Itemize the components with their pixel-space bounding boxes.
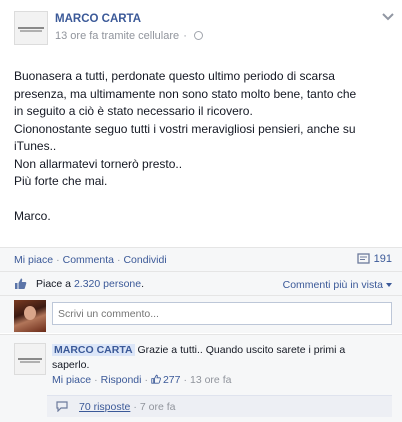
sort-label: Commenti più in vista (282, 279, 383, 291)
view-replies-row[interactable]: 70 risposte · 7 ore fa (47, 395, 392, 417)
post-header: MARCO CARTA 13 ore fa tramite cellulare … (0, 0, 402, 56)
comment-link[interactable]: Commenta (63, 254, 114, 266)
like-link[interactable]: Mi piace (14, 254, 53, 266)
post-time[interactable]: 13 ore fa (55, 30, 98, 42)
comment-like-count-value: 277 (162, 374, 181, 386)
current-user-avatar (14, 300, 46, 332)
comment-content: MARCO CARTA Grazie a tutti.. Quando usci… (52, 343, 372, 373)
comment-input[interactable] (52, 302, 392, 325)
likes-summary: Piace a 2.320 persone. Commenti più in v… (0, 271, 402, 295)
comment-like-link[interactable]: Mi piace (52, 374, 91, 386)
thumbs-up-icon (151, 374, 161, 384)
post-via: tramite cellulare (101, 30, 180, 42)
comment-like-count[interactable]: 277 (151, 374, 181, 386)
share-count[interactable]: 191 (356, 253, 392, 265)
comment-item: MARCO CARTA Grazie a tutti.. Quando usci… (0, 334, 402, 422)
replies-time: 7 ore fa (139, 401, 176, 413)
globe-icon (193, 31, 203, 40)
likes-suffix: . (141, 278, 145, 290)
comment-meta: Mi piace · Rispondi · 277 · 13 ore fa (52, 374, 232, 386)
likes-text: Piace a 2.320 persone. (36, 278, 144, 290)
post-text: Buonasera a tutti, perdonate questo ulti… (14, 69, 357, 223)
post-actions-bar: Mi piace · Commenta · Condividi 191 (0, 247, 402, 271)
comment-reply-link[interactable]: Rispondi (101, 374, 142, 386)
comments-sort-dropdown[interactable]: Commenti più in vista (283, 279, 392, 291)
thumbs-up-icon (15, 278, 27, 289)
comment-time[interactable]: 13 ore fa (190, 374, 231, 386)
replies-text: 70 risposte · 7 ore fa (79, 401, 176, 413)
share-icon (356, 253, 370, 264)
reply-arrow-icon (56, 401, 68, 412)
author-avatar[interactable] (14, 11, 48, 45)
share-count-value: 191 (373, 253, 392, 265)
comment-author-avatar[interactable] (14, 343, 46, 375)
likes-count-link[interactable]: 2.320 persone (74, 278, 141, 290)
share-link[interactable]: Condividi (123, 254, 166, 266)
likes-prefix: Piace a (36, 278, 72, 290)
post-meta: 13 ore fa tramite cellulare · (55, 30, 203, 42)
view-replies-link[interactable]: 70 risposte (79, 401, 130, 413)
comment-author-link[interactable]: MARCO CARTA (52, 344, 135, 356)
author-name-link[interactable]: MARCO CARTA (55, 13, 141, 25)
caret-down-icon (386, 283, 392, 287)
chevron-down-icon[interactable] (382, 12, 394, 22)
post-body: Buonasera a tutti, perdonate questo ulti… (14, 68, 394, 226)
comment-composer (0, 295, 402, 333)
